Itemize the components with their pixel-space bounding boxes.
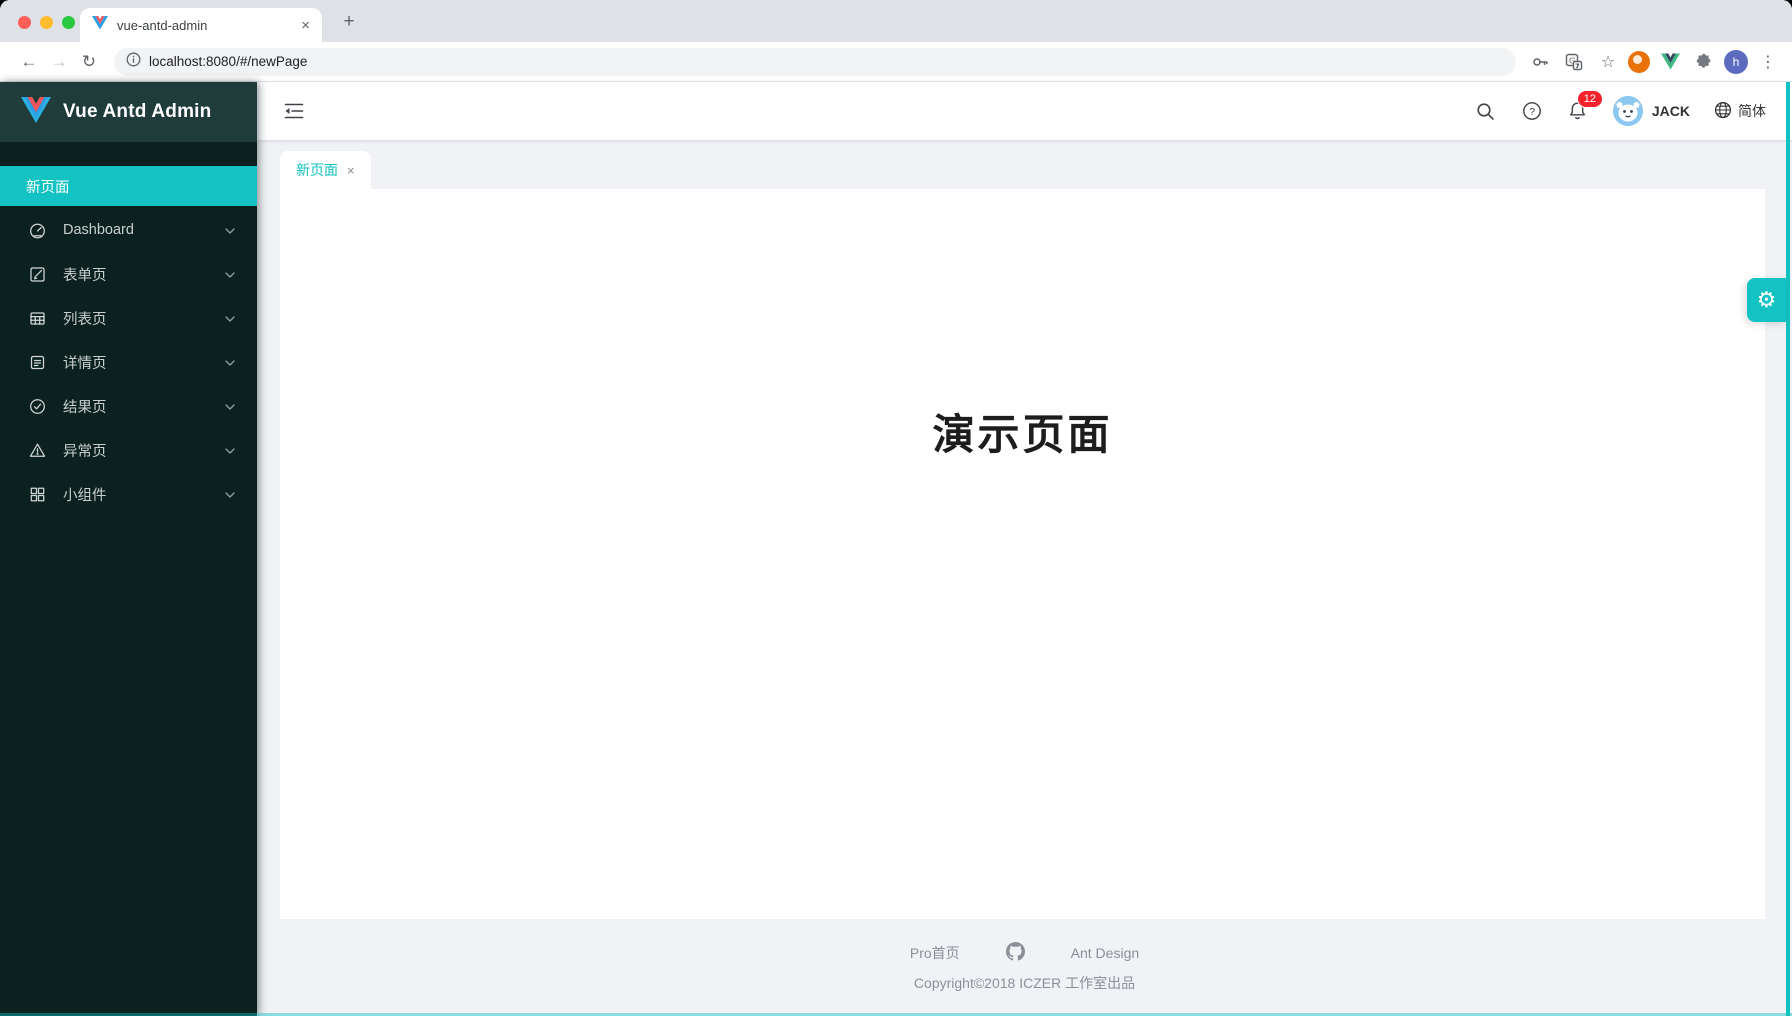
- chevron-down-icon: [225, 310, 235, 326]
- sidebar-item-result-page[interactable]: 结果页: [0, 386, 257, 426]
- vue-devtools-icon[interactable]: [1656, 48, 1684, 76]
- profile-icon: [29, 354, 46, 371]
- address-bar[interactable]: localhost:8080/#/newPage: [114, 48, 1516, 76]
- reload-icon[interactable]: ↻: [74, 47, 104, 77]
- browser-tab-title: vue-antd-admin: [117, 18, 292, 33]
- browser-profile-avatar[interactable]: h: [1724, 50, 1748, 74]
- chevron-down-icon: [225, 266, 235, 282]
- new-tab-button[interactable]: +: [336, 9, 362, 35]
- zoom-window-button[interactable]: [62, 16, 75, 29]
- sidebar-item-widgets[interactable]: 小组件: [0, 474, 257, 514]
- search-icon[interactable]: [1475, 100, 1497, 122]
- vue-favicon: [92, 15, 108, 36]
- language-switcher[interactable]: 简体: [1714, 101, 1766, 122]
- browser-tab[interactable]: vue-antd-admin ×: [80, 8, 322, 42]
- warning-icon: [29, 442, 46, 459]
- browser-window: vue-antd-admin × + ← → ↻ localhost:8080/…: [0, 0, 1792, 1016]
- sidebar-item-label: 列表页: [63, 308, 107, 329]
- translate-icon[interactable]: G: [1560, 48, 1588, 76]
- app-header: ? 12 JACK: [257, 82, 1792, 140]
- footer-links: Pro首页 Ant Design: [910, 942, 1139, 964]
- sidebar-menu: 新页面 Dashboard 表单页: [0, 142, 257, 514]
- page-info-icon[interactable]: [126, 52, 141, 72]
- chevron-down-icon: [225, 354, 235, 370]
- close-tab-icon[interactable]: ×: [301, 18, 310, 33]
- url-text: localhost:8080/#/newPage: [149, 54, 307, 69]
- content-card: 演示页面: [280, 189, 1765, 919]
- footer-link-ant-design[interactable]: Ant Design: [1071, 945, 1139, 961]
- sidebar: Vue Antd Admin 新页面 Dashboard: [0, 82, 257, 1016]
- minimize-window-button[interactable]: [40, 16, 53, 29]
- chevron-down-icon: [225, 486, 235, 502]
- browser-toolbar: ← → ↻ localhost:8080/#/newPage G ☆ h: [0, 42, 1792, 82]
- footer-link-pro-home[interactable]: Pro首页: [910, 943, 960, 963]
- page-footer: Pro首页 Ant Design Copyright©2018 ICZER 工作…: [257, 919, 1792, 1016]
- page-tabbar: 新页面 ×: [257, 140, 1792, 189]
- close-window-button[interactable]: [18, 16, 31, 29]
- user-avatar: [1613, 96, 1643, 126]
- app-title: Vue Antd Admin: [63, 101, 211, 123]
- table-icon: [29, 310, 46, 327]
- chevron-down-icon: [225, 222, 235, 238]
- back-icon[interactable]: ←: [14, 47, 44, 77]
- app-logo[interactable]: Vue Antd Admin: [0, 82, 257, 142]
- extension-orange-icon[interactable]: [1628, 51, 1650, 73]
- sidebar-item-label: 小组件: [63, 484, 107, 505]
- forward-icon[interactable]: →: [44, 47, 74, 77]
- sidebar-item-label: 异常页: [63, 440, 107, 461]
- sidebar-item-list-page[interactable]: 列表页: [0, 298, 257, 338]
- sidebar-item-dashboard[interactable]: Dashboard: [0, 210, 257, 250]
- user-menu[interactable]: JACK: [1613, 96, 1690, 126]
- sidebar-item-label: 结果页: [63, 396, 107, 417]
- menu-fold-icon[interactable]: [283, 100, 305, 122]
- svg-text:?: ?: [1529, 106, 1535, 118]
- chevron-down-icon: [225, 442, 235, 458]
- vue-logo-icon: [20, 96, 52, 129]
- username-label: JACK: [1652, 103, 1690, 119]
- sidebar-item-exception-page[interactable]: 异常页: [0, 430, 257, 470]
- notification-bell-icon[interactable]: 12: [1567, 100, 1589, 122]
- browser-menu-icon[interactable]: ⋮: [1754, 48, 1782, 76]
- help-icon[interactable]: ?: [1521, 100, 1543, 122]
- header-actions: ? 12 JACK: [1475, 96, 1766, 126]
- browser-tabstrip: vue-antd-admin × +: [0, 0, 1792, 42]
- appstore-icon: [29, 486, 46, 503]
- sidebar-item-label: 表单页: [63, 264, 107, 285]
- bookmark-star-icon[interactable]: ☆: [1594, 48, 1622, 76]
- copyright-text: Copyright©2018 ICZER 工作室出品: [914, 973, 1135, 993]
- settings-drawer-edge: [1786, 82, 1790, 1016]
- app-root: Vue Antd Admin 新页面 Dashboard: [0, 82, 1792, 1016]
- page-tab-close-icon[interactable]: ×: [347, 163, 355, 178]
- chevron-down-icon: [225, 398, 235, 414]
- check-circle-icon: [29, 398, 46, 415]
- page-tab-label: 新页面: [296, 160, 338, 180]
- password-key-icon[interactable]: [1526, 48, 1554, 76]
- sidebar-item-label: Dashboard: [63, 222, 134, 238]
- notification-badge: 12: [1577, 90, 1603, 108]
- page-title: 演示页面: [280, 189, 1765, 462]
- sidebar-item-form-page[interactable]: 表单页: [0, 254, 257, 294]
- toolbar-right-icons: G ☆ h ⋮: [1526, 48, 1782, 76]
- extensions-puzzle-icon[interactable]: [1690, 48, 1718, 76]
- sidebar-item-label: 新页面: [26, 176, 70, 197]
- sidebar-item-detail-page[interactable]: 详情页: [0, 342, 257, 382]
- dashboard-icon: [29, 222, 46, 239]
- github-icon[interactable]: [1006, 942, 1025, 964]
- settings-gear-button[interactable]: ⚙: [1747, 278, 1786, 322]
- form-icon: [29, 266, 46, 283]
- globe-icon: [1714, 101, 1732, 122]
- main-area: ? 12 JACK: [257, 82, 1792, 1016]
- page-tab-active[interactable]: 新页面 ×: [280, 151, 371, 189]
- sidebar-item-label: 详情页: [63, 352, 107, 373]
- language-label: 简体: [1738, 101, 1766, 121]
- sidebar-item-new-page[interactable]: 新页面: [0, 166, 257, 206]
- macos-traffic-lights: [18, 16, 75, 29]
